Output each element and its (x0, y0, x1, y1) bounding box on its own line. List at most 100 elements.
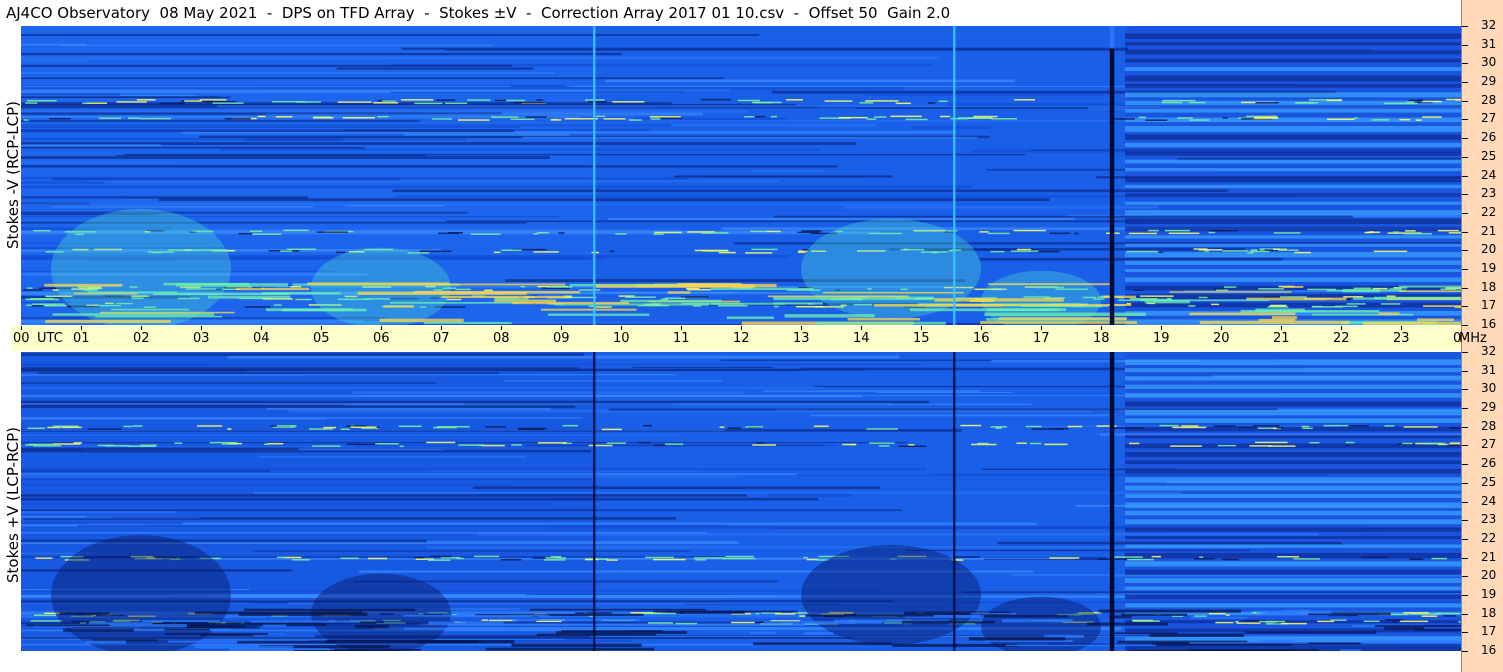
band (21, 447, 299, 451)
low-band (1098, 609, 1242, 613)
speckle (1421, 100, 1442, 103)
low-band (726, 316, 774, 320)
time-tick (81, 326, 82, 330)
freq-tick-label: 22 (1481, 530, 1497, 545)
right-band (1125, 243, 1461, 247)
speckle (533, 251, 559, 253)
speckle (375, 443, 399, 445)
low-band (1118, 299, 1269, 302)
speckle (517, 427, 547, 430)
speckle (537, 442, 567, 444)
speckle (1281, 555, 1289, 558)
speckle (895, 102, 911, 105)
low-band (355, 624, 389, 629)
top-panel-ylabel: Stokes -V (RCP-LCP) (4, 101, 22, 249)
speckle (23, 119, 29, 121)
band (905, 549, 1251, 552)
speckle (160, 102, 185, 105)
freq-tick-label: 20 (1481, 568, 1497, 583)
low-band (1190, 616, 1248, 619)
speckle (47, 426, 61, 429)
low-band (679, 610, 745, 614)
speckle (252, 233, 282, 235)
speckle (510, 118, 535, 121)
speckle (745, 426, 763, 428)
low-band (244, 608, 416, 611)
band (21, 511, 176, 514)
speckle (1253, 116, 1278, 119)
speckle (458, 444, 484, 446)
speckle (1443, 615, 1457, 617)
right-band (1125, 134, 1461, 140)
speckle (382, 100, 396, 102)
band (865, 93, 1105, 96)
speckle (1421, 116, 1442, 118)
speckle (337, 101, 372, 103)
speckle (340, 557, 359, 560)
low-band (970, 612, 1017, 615)
band (21, 405, 576, 409)
speckle (491, 116, 519, 118)
speckle (1279, 296, 1307, 298)
right-band (1125, 451, 1461, 457)
low-band (87, 291, 178, 294)
speckle (1237, 426, 1256, 428)
freq-tick (1462, 389, 1468, 391)
utc-label: UTC (37, 331, 63, 346)
speckle (249, 230, 263, 232)
right-band (1125, 168, 1461, 172)
speckle (209, 441, 237, 444)
speckle (1280, 622, 1307, 625)
speckle (1247, 252, 1254, 254)
speckle (693, 557, 726, 559)
speckle (1404, 230, 1416, 232)
speckle (721, 557, 756, 560)
band (21, 539, 427, 543)
speckle (501, 249, 522, 251)
speckle (905, 118, 928, 121)
speckle (1164, 229, 1190, 232)
band (1030, 149, 1461, 151)
band (21, 43, 87, 46)
speckle (276, 425, 297, 427)
speckle (928, 102, 936, 104)
freq-tick-label: 27 (1481, 111, 1497, 126)
freq-tick (1462, 408, 1468, 410)
low-band (1169, 291, 1292, 293)
speckle (865, 100, 899, 102)
speckle (806, 558, 819, 561)
band (21, 161, 182, 164)
time-tick-label: 05 (313, 331, 330, 346)
low-band (45, 319, 171, 323)
speckle (1016, 442, 1027, 444)
speckle (286, 248, 317, 251)
speckle (342, 117, 375, 119)
speckle (537, 231, 549, 234)
speckle (756, 442, 765, 444)
band (522, 136, 978, 139)
band (21, 521, 183, 525)
top-spectrogram-svg (21, 26, 1461, 325)
low-band (266, 308, 353, 312)
low-band (1399, 640, 1461, 644)
time-tick (381, 326, 382, 330)
low-band (1399, 285, 1461, 288)
right-band (1125, 527, 1461, 532)
right-band (1125, 58, 1461, 63)
freq-tick-label: 25 (1481, 474, 1497, 489)
band (21, 59, 89, 62)
speckle (1074, 232, 1079, 235)
speckle (1259, 248, 1265, 251)
speckle (1161, 101, 1183, 104)
low-band (153, 292, 290, 295)
low-band (1005, 644, 1156, 647)
time-tick (1041, 326, 1042, 330)
freq-tick-label: 17 (1481, 298, 1497, 313)
freq-tick-label: 29 (1481, 400, 1497, 415)
speckle (1133, 289, 1144, 291)
freq-tick-label: 17 (1481, 624, 1497, 639)
speckle (283, 229, 309, 232)
speckle (1208, 612, 1226, 615)
band (21, 91, 390, 94)
speckle (205, 100, 237, 103)
